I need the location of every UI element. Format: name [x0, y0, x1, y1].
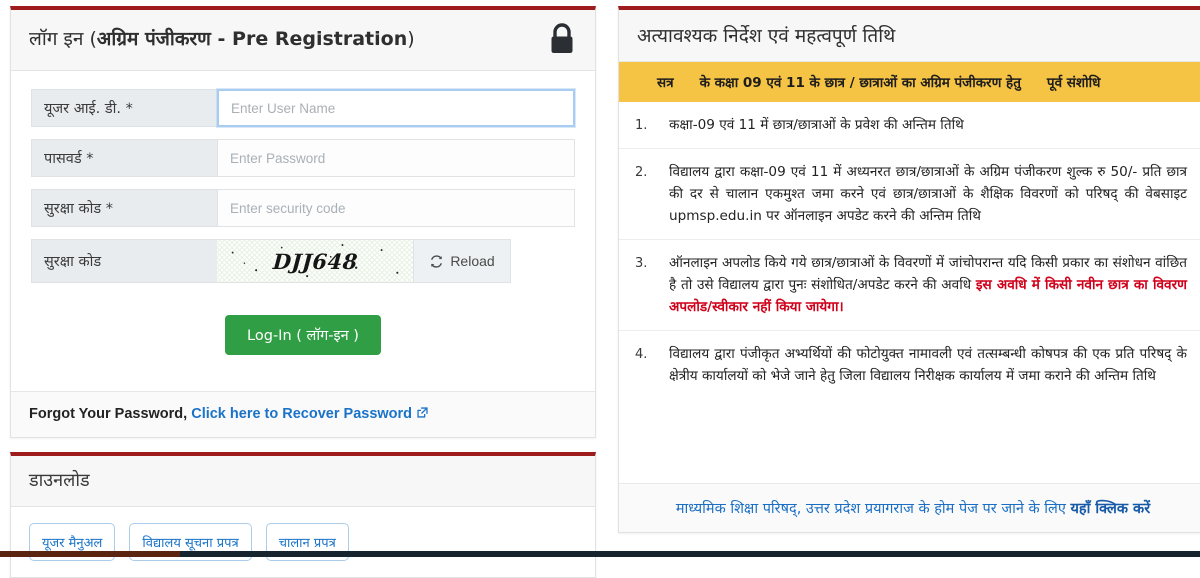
form-row-username: यूजर आई. डी. * — [31, 89, 575, 127]
notice-item-body: कक्षा-09 एवं 11 में छात्र/छात्राओं के प्… — [669, 117, 964, 133]
bottom-strip-left-segment — [0, 551, 180, 557]
table-header-session: सत्र — [657, 75, 674, 91]
security-code-label: सुरक्षा कोड * — [31, 189, 217, 227]
download-title: डाउनलोड — [29, 470, 90, 491]
login-submit-button[interactable]: Log-In ( लॉग-इन ) — [225, 315, 381, 355]
table-header-revised: पूर्व संशोधि — [1046, 75, 1101, 91]
lock-icon — [547, 22, 577, 56]
left-column: लॉग इन (अग्रिम पंजीकरण - Pre Registratio… — [0, 0, 596, 578]
login-title-bold: अग्रिम पंजीकरण - Pre Registration — [96, 27, 408, 50]
captcha-code-text: DJJ648 — [271, 248, 359, 274]
username-input[interactable] — [217, 89, 575, 127]
login-button-wrap: Log-In ( लॉग-इन ) — [31, 289, 575, 381]
download-card-header: डाउनलोड — [11, 456, 595, 507]
notice-item-body: विद्यालय द्वारा कक्षा-09 एवं 11 में अध्य… — [669, 164, 1187, 225]
password-label: पासवर्ड * — [31, 139, 217, 177]
form-row-password: पासवर्ड * — [31, 139, 575, 177]
login-title-plain: लॉग इन ( — [29, 27, 97, 50]
notice-item-number: 4. — [635, 347, 648, 363]
notice-footer-link[interactable]: यहाँ क्लिक करें — [1070, 501, 1150, 517]
page-root: लॉग इन (अग्रिम पंजीकरण - Pre Registratio… — [0, 0, 1200, 578]
username-label: यूजर आई. डी. * — [31, 89, 217, 127]
captcha-label: सुरक्षा कोड — [31, 239, 217, 283]
download-buttons-row: यूजर मैनुअल विद्यालय सूचना प्रपत्र चालान… — [11, 507, 595, 577]
notice-footer: माध्यमिक शिक्षा परिषद्, उत्तर प्रदेश प्र… — [619, 483, 1200, 532]
login-card: लॉग इन (अग्रिम पंजीकरण - Pre Registratio… — [10, 6, 596, 438]
list-item: 1. कक्षा-09 एवं 11 में छात्र/छात्राओं के… — [619, 102, 1200, 150]
notice-card-header: अत्यावश्यक निर्देश एवं महत्वपूर्ण तिथि — [619, 10, 1200, 62]
table-header-main: के कक्षा 09 एवं 11 के छात्र / छात्राओं क… — [699, 75, 1021, 91]
captcha-reload-label: Reload — [450, 253, 495, 269]
list-item: 4. विद्यालय द्वारा पंजीकृत अभ्यर्थियों क… — [619, 331, 1200, 399]
notice-card: अत्यावश्यक निर्देश एवं महत्वपूर्ण तिथि स… — [618, 6, 1200, 533]
notice-item-number: 3. — [635, 256, 648, 272]
notice-title: अत्यावश्यक निर्देश एवं महत्वपूर्ण तिथि — [637, 25, 896, 47]
notice-item-number: 1. — [635, 118, 648, 133]
refresh-icon — [429, 254, 444, 269]
download-card: डाउनलोड यूजर मैनुअल विद्यालय सूचना प्रपत… — [10, 452, 596, 578]
list-item: 2. विद्यालय द्वारा कक्षा-09 एवं 11 में अ… — [619, 149, 1200, 241]
password-input[interactable] — [217, 139, 575, 177]
forgot-password-text: Forgot Your Password, — [29, 406, 188, 422]
security-code-input[interactable] — [217, 189, 575, 227]
forgot-password-bar: Forgot Your Password, Click here to Reco… — [11, 391, 595, 437]
page-title: लॉग इन (अग्रिम पंजीकरण - Pre Registratio… — [29, 27, 415, 52]
login-form: यूजर आई. डी. * पासवर्ड * सुरक्षा कोड * स… — [11, 71, 595, 391]
external-link-icon — [416, 406, 429, 423]
login-card-header: लॉग इन (अग्रिम पंजीकरण - Pre Registratio… — [11, 10, 595, 71]
login-title-close: ) — [407, 27, 415, 50]
notice-item-text: विद्यालय द्वारा पंजीकृत अभ्यर्थियों की फ… — [669, 343, 1193, 387]
bottom-strip — [0, 551, 1200, 557]
notice-list: 1. कक्षा-09 एवं 11 में छात्र/छात्राओं के… — [619, 102, 1200, 483]
recover-password-link[interactable]: Click here to Recover Password — [191, 406, 412, 422]
list-item: 3. ऑनलाइन अपलोड किये गये छात्र/छात्राओं … — [619, 240, 1200, 332]
notice-item-body: विद्यालय द्वारा पंजीकृत अभ्यर्थियों की फ… — [669, 346, 1187, 385]
right-column: अत्यावश्यक निर्देश एवं महत्वपूर्ण तिथि स… — [618, 0, 1200, 557]
notice-footer-text: माध्यमिक शिक्षा परिषद्, उत्तर प्रदेश प्र… — [675, 501, 1071, 517]
form-row-security-code: सुरक्षा कोड * — [31, 189, 575, 227]
captcha-reload-button[interactable]: Reload — [413, 239, 511, 283]
form-row-captcha: सुरक्षा कोड DJJ648 Reload — [31, 239, 575, 283]
notice-table-header: सत्र के कक्षा 09 एवं 11 के छात्र / छात्र… — [619, 62, 1200, 102]
notice-item-text: विद्यालय द्वारा कक्षा-09 एवं 11 में अध्य… — [669, 161, 1193, 227]
notice-item-text: ऑनलाइन अपलोड किये गये छात्र/छात्राओं के … — [669, 252, 1193, 318]
notice-item-number: 2. — [635, 165, 648, 181]
notice-item-text: कक्षा-09 एवं 11 में छात्र/छात्राओं के प्… — [669, 114, 1193, 136]
captcha-image: DJJ648 — [217, 239, 413, 283]
